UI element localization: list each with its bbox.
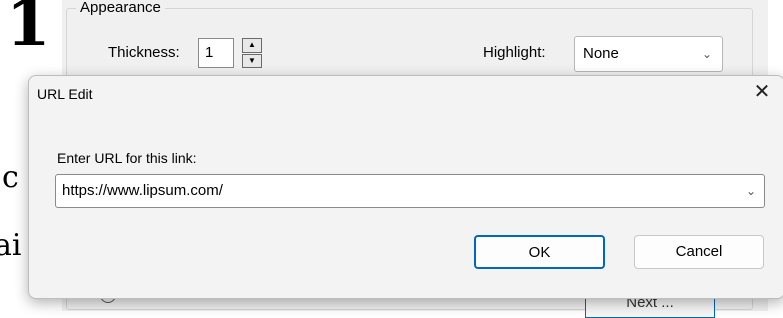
thickness-spinner[interactable]: ▲ ▼: [242, 38, 262, 68]
document-glyph-low: ai: [0, 228, 22, 263]
url-input[interactable]: https://www.lipsum.com/: [62, 175, 223, 207]
spin-down-button[interactable]: ▼: [242, 53, 262, 68]
dialog-title: URL Edit: [37, 86, 93, 102]
highlight-label: Highlight:: [483, 44, 546, 61]
appearance-group-title: Appearance: [76, 0, 165, 16]
spin-up-button[interactable]: ▲: [242, 38, 262, 53]
thickness-label: Thickness:: [108, 44, 180, 61]
close-icon[interactable]: ✕: [742, 76, 782, 110]
cancel-button[interactable]: Cancel: [634, 235, 764, 269]
document-glyph-top: 1: [6, 0, 51, 61]
chevron-down-icon[interactable]: ⌄: [746, 175, 756, 207]
url-combobox[interactable]: https://www.lipsum.com/ ⌄: [55, 174, 765, 208]
document-glyph-mid: c: [2, 160, 19, 195]
thickness-field[interactable]: 1: [198, 38, 234, 68]
url-edit-dialog: URL Edit ✕ Enter URL for this link: http…: [28, 75, 783, 299]
chevron-down-icon: ⌄: [701, 47, 712, 61]
ok-button[interactable]: OK: [474, 235, 605, 269]
url-prompt-label: Enter URL for this link:: [57, 150, 197, 166]
highlight-select-value: None: [583, 45, 619, 62]
highlight-select[interactable]: None ⌄: [574, 36, 723, 72]
